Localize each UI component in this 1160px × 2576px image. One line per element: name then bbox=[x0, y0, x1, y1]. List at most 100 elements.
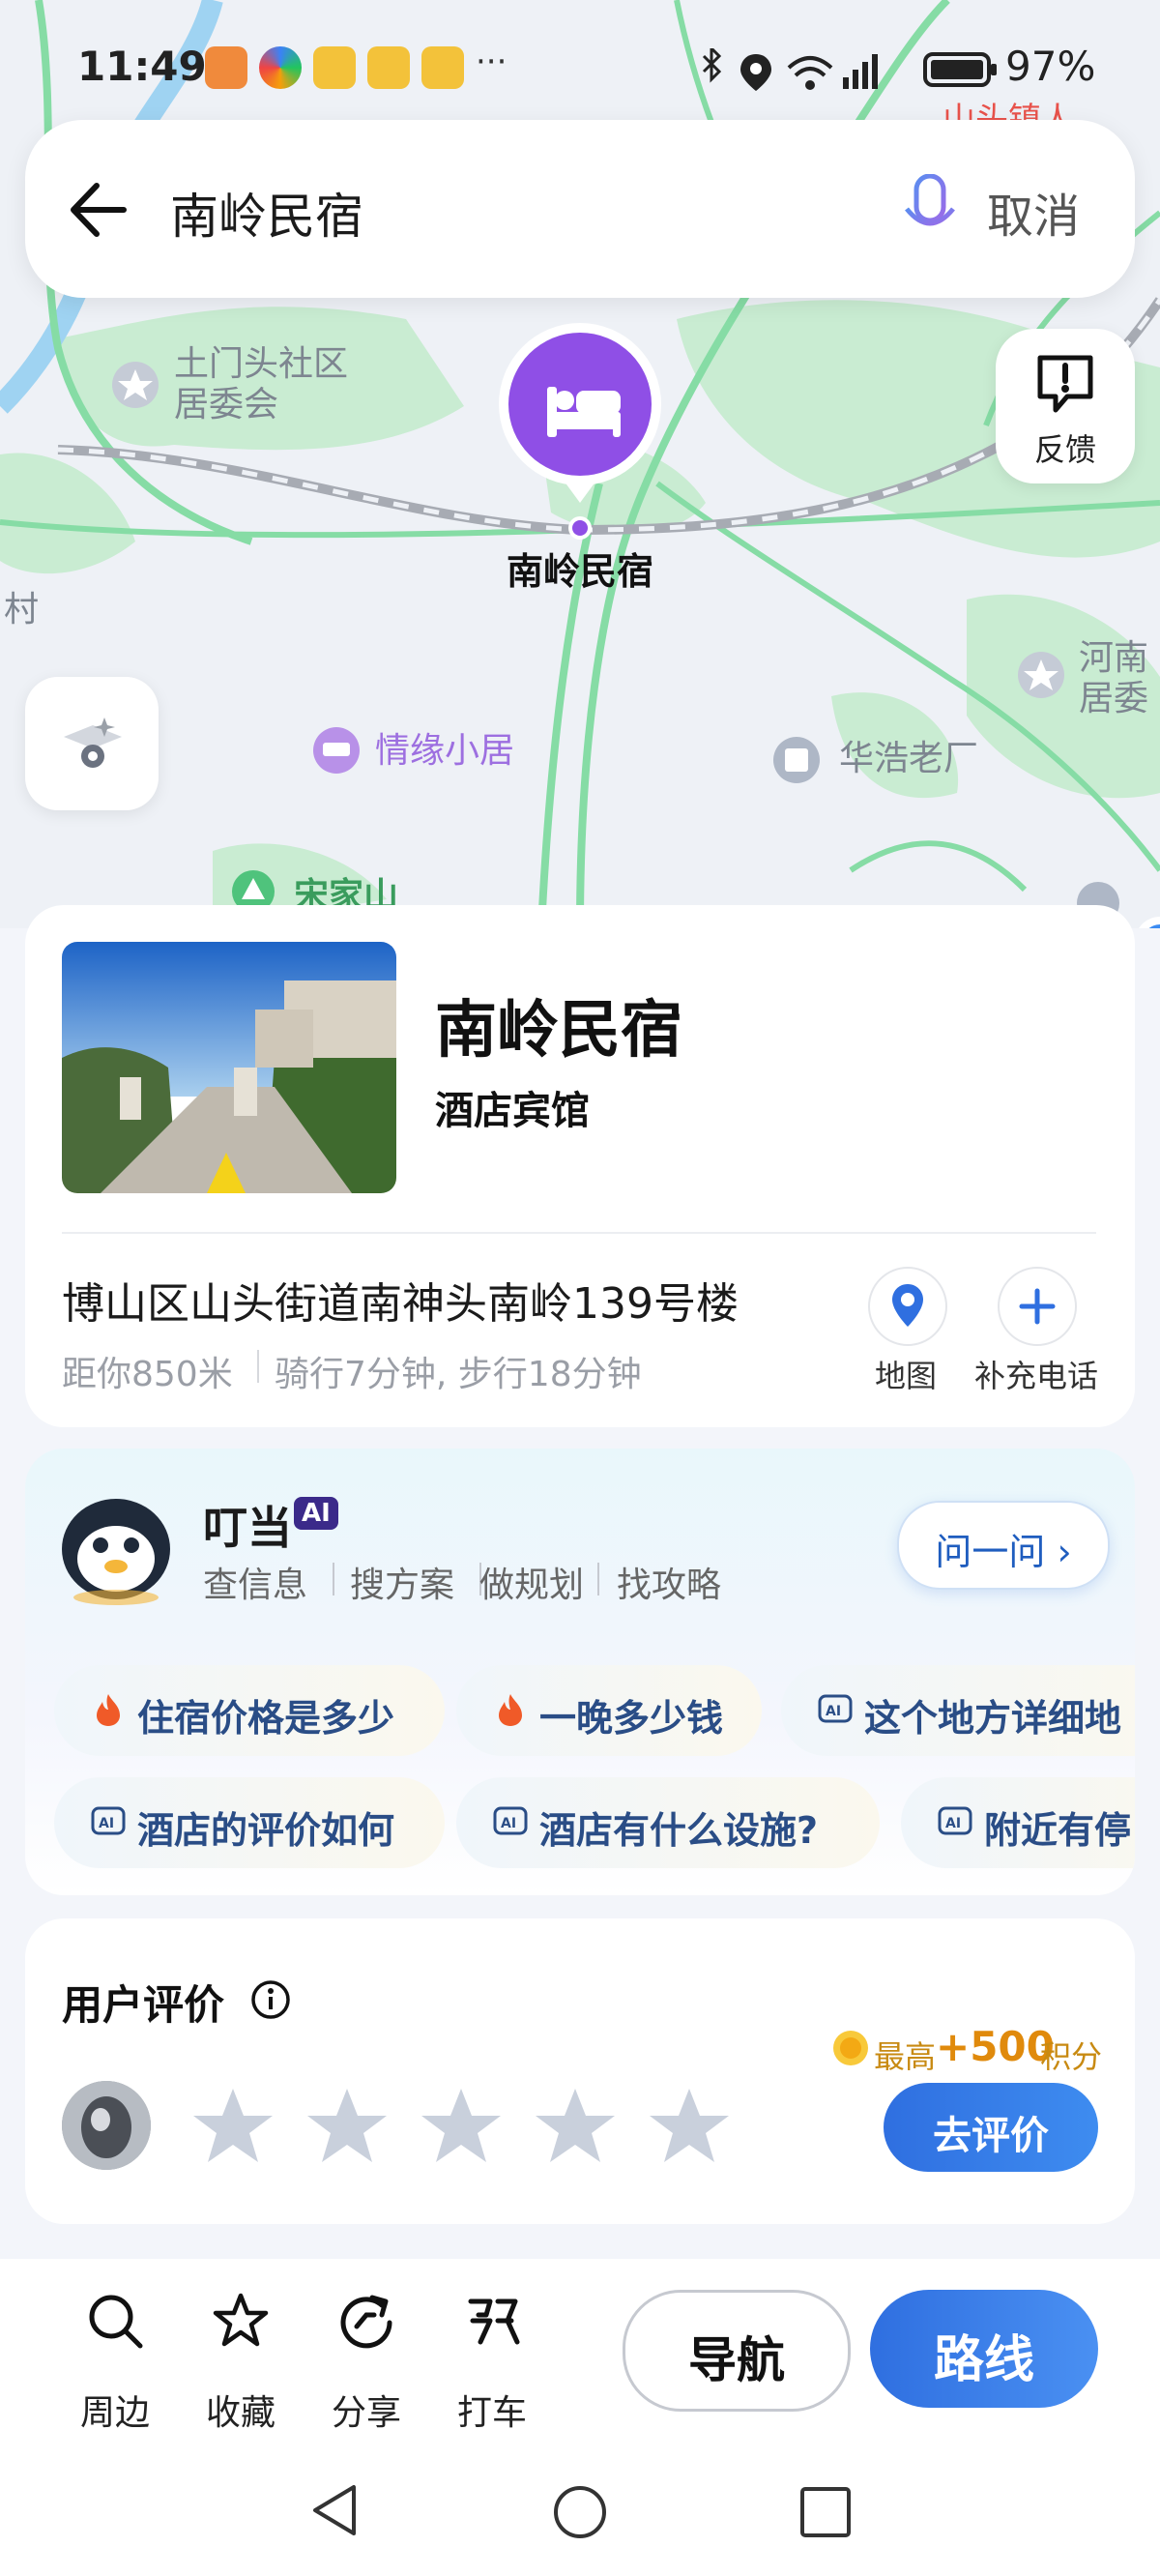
place-name: 南岭民宿 bbox=[435, 995, 682, 1067]
question-chip[interactable]: AI 酒店的评价如何 bbox=[54, 1777, 445, 1868]
location-pin-icon bbox=[892, 1284, 923, 1327]
map-label-community[interactable]: 土门头社区 居委会 bbox=[174, 344, 348, 425]
question-chip[interactable]: 一晚多少钱 bbox=[456, 1665, 762, 1756]
svg-text:AI: AI bbox=[826, 1704, 841, 1719]
recents-icon[interactable] bbox=[798, 2485, 853, 2539]
taxi-label: 打车 bbox=[456, 2393, 527, 2433]
assistant-feature: 找攻略 bbox=[617, 1566, 722, 1605]
search-icon bbox=[89, 2295, 143, 2349]
chip-label: 酒店的评价如何 bbox=[137, 1809, 395, 1852]
plus-icon bbox=[1019, 1288, 1056, 1325]
nearby-label: 周边 bbox=[79, 2393, 150, 2433]
route-label: 路线 bbox=[933, 2331, 1034, 2389]
write-review-label: 去评价 bbox=[933, 2114, 1049, 2158]
ai-icon: AI bbox=[938, 1806, 972, 1835]
share-label: 分享 bbox=[331, 2393, 401, 2433]
info-icon[interactable] bbox=[249, 1978, 292, 2021]
assistant-feature: 搜方案 bbox=[350, 1566, 455, 1605]
place-photo[interactable] bbox=[62, 942, 396, 1193]
fire-icon bbox=[97, 1694, 120, 1726]
rating-star-icon[interactable] bbox=[420, 2085, 503, 2168]
weibo-notification-icon bbox=[367, 46, 410, 89]
assistant-card: 叮当 AI 查信息 搜方案 做规划 找攻略 问一问 › 住宿价格是多少 一晚多少… bbox=[25, 1449, 1135, 1895]
microphone-icon[interactable] bbox=[903, 174, 957, 248]
rating-star-icon[interactable] bbox=[648, 2085, 731, 2168]
fire-icon bbox=[499, 1694, 522, 1726]
star-icon bbox=[213, 2293, 269, 2347]
map-label-east-committee[interactable]: 河南 居委 bbox=[1079, 638, 1148, 719]
cancel-button[interactable]: 取消 bbox=[987, 178, 1080, 246]
chip-label: 一晚多少钱 bbox=[539, 1697, 724, 1740]
ask-label: 问一问 › bbox=[935, 1531, 1072, 1573]
app-notification-icon bbox=[205, 46, 247, 89]
favorite-label: 收藏 bbox=[205, 2393, 276, 2433]
taxi-icon bbox=[468, 2298, 520, 2345]
route-button[interactable]: 路线 bbox=[870, 2290, 1098, 2408]
divider bbox=[62, 1232, 1096, 1234]
separator bbox=[257, 1350, 259, 1383]
points-coin-icon bbox=[833, 2031, 868, 2065]
ai-icon: AI bbox=[493, 1806, 528, 1835]
ask-button[interactable]: 问一问 › bbox=[897, 1501, 1110, 1590]
chip-label: 这个地方详细地 bbox=[864, 1697, 1122, 1740]
place-category: 酒店宾馆 bbox=[435, 1089, 590, 1133]
assistant-feature: 做规划 bbox=[479, 1566, 585, 1605]
question-chip[interactable]: AI 酒店有什么设施? bbox=[456, 1777, 880, 1868]
separator bbox=[333, 1563, 334, 1595]
review-card: 用户评价 最高 +500 积分 去评价 bbox=[25, 1918, 1135, 2224]
compass-icon bbox=[64, 717, 122, 768]
map-pin-label[interactable]: 南岭民宿 bbox=[507, 551, 653, 592]
share-icon bbox=[340, 2295, 392, 2349]
weibo-notification-icon bbox=[313, 46, 356, 89]
svg-text:AI: AI bbox=[501, 1816, 516, 1831]
back-arrow-icon[interactable] bbox=[66, 176, 133, 244]
rating-star-icon[interactable] bbox=[305, 2085, 389, 2168]
more-notifications-icon: ··· bbox=[476, 43, 508, 81]
avatar bbox=[62, 2081, 151, 2170]
map-label-factory[interactable]: 华浩老厂 bbox=[839, 739, 978, 779]
map-label-village: 村 bbox=[4, 590, 40, 629]
back-icon[interactable] bbox=[307, 2481, 360, 2539]
place-card: 南岭民宿 酒店宾馆 博山区山头街道南神头南岭139号楼 距你850米 骑行7分钟… bbox=[25, 905, 1135, 1427]
separator bbox=[597, 1563, 599, 1595]
question-chip[interactable]: AI 附近有停 bbox=[901, 1777, 1135, 1868]
write-review-button[interactable]: 去评价 bbox=[884, 2083, 1098, 2172]
add-phone-button[interactable] bbox=[998, 1267, 1077, 1346]
assistant-feature: 查信息 bbox=[203, 1566, 308, 1605]
street-photo bbox=[62, 942, 396, 1193]
chip-label: 酒店有什么设施? bbox=[539, 1809, 819, 1852]
weibo-notification-icon bbox=[421, 46, 464, 89]
navigate-button[interactable]: 导航 bbox=[623, 2290, 851, 2412]
home-icon[interactable] bbox=[551, 2483, 609, 2541]
navigate-label: 导航 bbox=[688, 2332, 785, 2388]
rating-star-icon[interactable] bbox=[191, 2085, 275, 2168]
rating-star-icon[interactable] bbox=[534, 2085, 617, 2168]
system-navigation-bar bbox=[0, 2452, 1160, 2576]
place-address[interactable]: 博山区山头街道南神头南岭139号楼 bbox=[62, 1269, 739, 1331]
assistant-name: 叮当 bbox=[203, 1502, 292, 1554]
signal-icons bbox=[702, 48, 878, 91]
points-prefix: 最高 bbox=[874, 2038, 937, 2075]
map-view-button[interactable] bbox=[868, 1267, 947, 1346]
feedback-label: 反馈 bbox=[1033, 431, 1096, 468]
feedback-button[interactable]: 反馈 bbox=[996, 329, 1135, 483]
clock: 11:49 bbox=[77, 43, 207, 90]
points-suffix: 积分 bbox=[1040, 2038, 1103, 2075]
map-layer-button[interactable] bbox=[25, 677, 159, 810]
map-label-nearby-hotel[interactable]: 情缘小居 bbox=[375, 731, 514, 772]
review-title: 用户评价 bbox=[62, 1981, 225, 2029]
battery-icon bbox=[923, 52, 997, 87]
feedback-icon bbox=[1037, 355, 1093, 413]
svg-text:AI: AI bbox=[99, 1816, 114, 1831]
place-travel-time: 骑行7分钟, 步行18分钟 bbox=[275, 1355, 642, 1394]
bottom-action-bar: 周边 收藏 分享 打车 导航 路线 bbox=[0, 2259, 1160, 2452]
ai-badge: AI bbox=[294, 1497, 338, 1530]
ai-icon: AI bbox=[91, 1806, 126, 1835]
penguin-mascot-icon bbox=[62, 1499, 170, 1605]
battery-percent: 97% bbox=[1005, 43, 1096, 90]
avatar-image bbox=[62, 2081, 151, 2170]
question-chip[interactable]: AI 这个地方详细地 bbox=[781, 1665, 1135, 1756]
chip-label: 住宿价格是多少 bbox=[137, 1697, 395, 1740]
search-input[interactable]: 南岭民宿 bbox=[170, 178, 363, 248]
question-chip[interactable]: 住宿价格是多少 bbox=[54, 1665, 445, 1756]
